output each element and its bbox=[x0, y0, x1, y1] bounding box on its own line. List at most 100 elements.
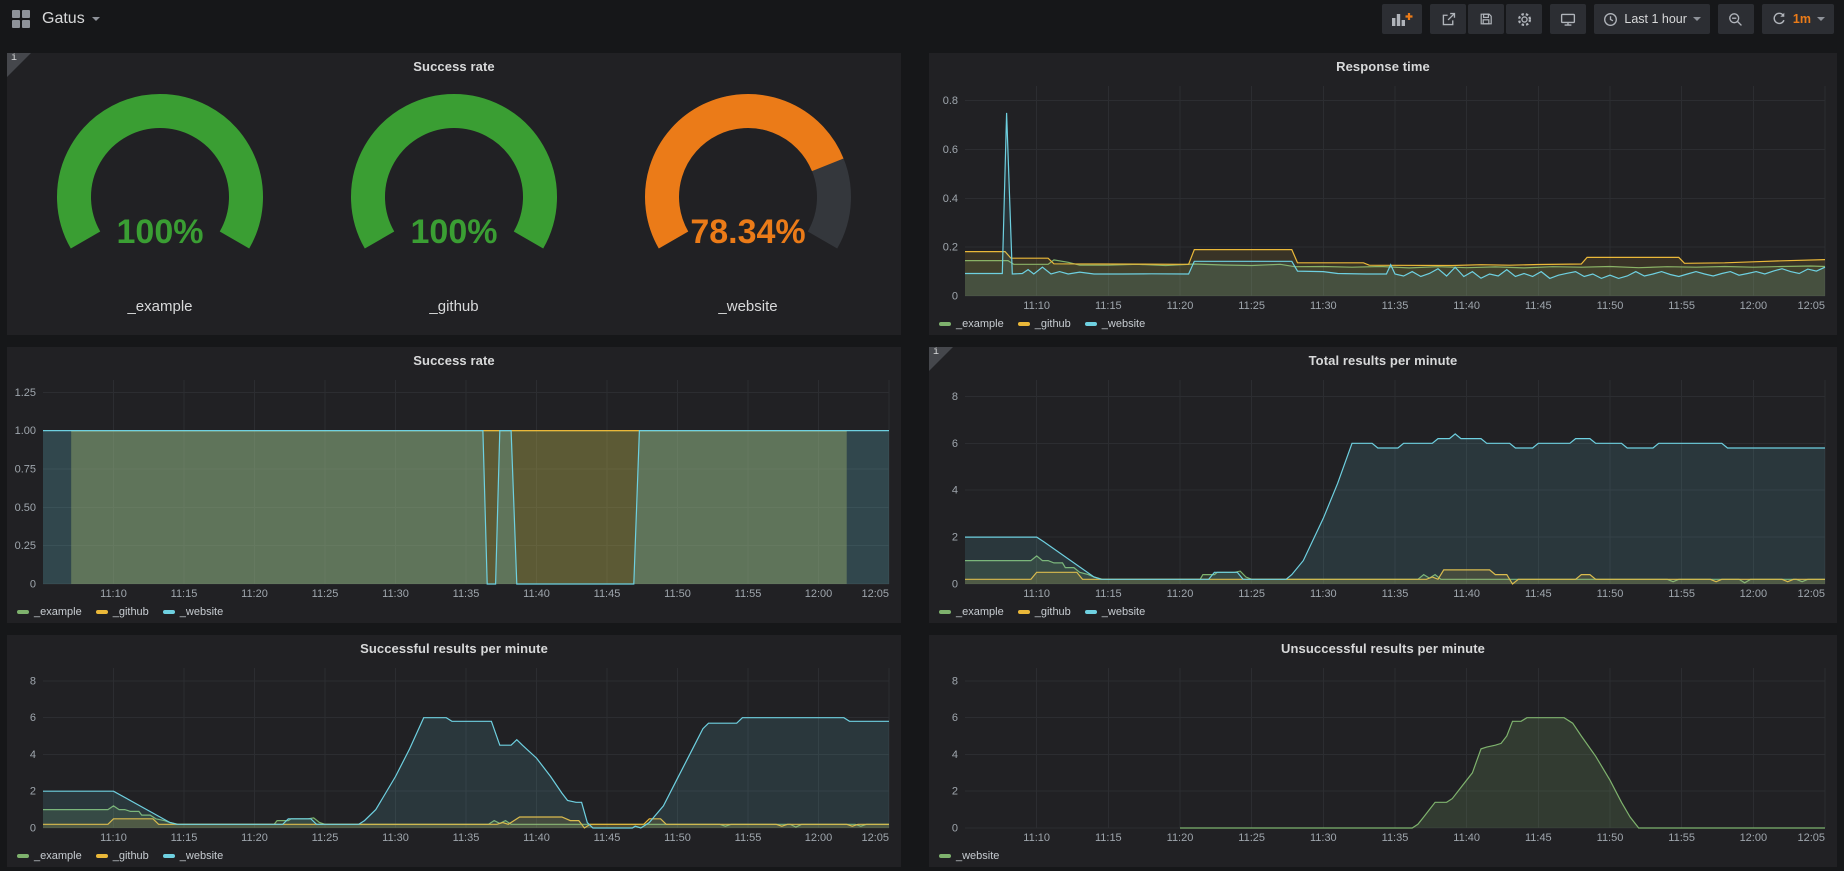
save-button[interactable] bbox=[1468, 4, 1504, 34]
svg-text:0.75: 0.75 bbox=[15, 463, 36, 475]
gauge-label: _example bbox=[127, 298, 192, 315]
add-panel-button[interactable] bbox=[1382, 4, 1422, 34]
panel-success-rate-gauges: i Success rate 100% _example 100% _githu… bbox=[7, 53, 901, 335]
successful-results-chart[interactable]: 0246811:1011:1511:2011:2511:3011:3511:40… bbox=[7, 661, 901, 845]
svg-text:0.25: 0.25 bbox=[15, 540, 36, 552]
refresh-button[interactable]: 1m bbox=[1762, 4, 1834, 34]
chart-legend: _website bbox=[929, 845, 1837, 867]
svg-text:6: 6 bbox=[952, 712, 958, 724]
success-rate-chart[interactable]: 00.250.500.751.001.2511:1011:1511:2011:2… bbox=[7, 373, 901, 601]
svg-text:12:00: 12:00 bbox=[805, 832, 833, 844]
panel-title[interactable]: Response time bbox=[929, 53, 1837, 79]
legend-item[interactable]: _website bbox=[1085, 606, 1145, 618]
svg-text:11:15: 11:15 bbox=[171, 588, 198, 600]
dashboards-grid-icon[interactable] bbox=[12, 10, 30, 28]
share-icon bbox=[1440, 11, 1457, 28]
legend-label: _website bbox=[180, 606, 223, 618]
panel-info-icon[interactable]: i bbox=[7, 53, 31, 77]
legend-swatch bbox=[939, 610, 951, 614]
svg-text:11:40: 11:40 bbox=[1453, 300, 1480, 312]
gauge-website: 78.34% _website bbox=[601, 91, 895, 315]
svg-text:1.00: 1.00 bbox=[15, 425, 36, 437]
panel-successful-results: Successful results per minute 0246811:10… bbox=[7, 635, 901, 867]
legend-label: _example bbox=[34, 850, 82, 862]
legend-label: _example bbox=[956, 606, 1004, 618]
svg-text:11:15: 11:15 bbox=[1095, 832, 1122, 844]
svg-text:2: 2 bbox=[952, 532, 958, 544]
settings-button[interactable] bbox=[1506, 4, 1542, 34]
navbar: Gatus bbox=[0, 0, 1844, 38]
legend-item[interactable]: _website bbox=[163, 606, 223, 618]
legend-item[interactable]: _example bbox=[17, 606, 82, 618]
panel-title[interactable]: Total results per minute bbox=[929, 347, 1837, 373]
dashboard-title: Gatus bbox=[42, 10, 85, 28]
legend-item[interactable]: _website bbox=[163, 850, 223, 862]
legend-swatch bbox=[939, 854, 951, 858]
panel-title[interactable]: Successful results per minute bbox=[7, 635, 901, 661]
legend-item[interactable]: _example bbox=[939, 318, 1004, 330]
svg-text:12:00: 12:00 bbox=[1740, 832, 1768, 844]
refresh-icon bbox=[1771, 11, 1787, 27]
svg-text:11:45: 11:45 bbox=[1525, 832, 1552, 844]
svg-text:11:25: 11:25 bbox=[1238, 588, 1265, 600]
time-range-button[interactable]: Last 1 hour bbox=[1594, 4, 1710, 34]
svg-text:11:50: 11:50 bbox=[664, 832, 691, 844]
legend-item[interactable]: _example bbox=[17, 850, 82, 862]
legend-label: _github bbox=[113, 606, 149, 618]
panel-title[interactable]: Success rate bbox=[7, 53, 901, 79]
unsuccessful-results-chart[interactable]: 0246811:1011:1511:2011:2511:3011:3511:40… bbox=[929, 661, 1837, 845]
svg-text:11:35: 11:35 bbox=[1382, 832, 1409, 844]
gauge-arc: 100% bbox=[17, 91, 303, 294]
svg-text:11:55: 11:55 bbox=[735, 832, 762, 844]
legend-item[interactable]: _github bbox=[96, 606, 149, 618]
svg-text:12:00: 12:00 bbox=[1740, 300, 1768, 312]
gauge-arc: 100% bbox=[311, 91, 597, 294]
chevron-down-icon bbox=[92, 17, 100, 21]
response-time-chart[interactable]: 00.20.40.60.811:1011:1511:2011:2511:3011… bbox=[929, 79, 1837, 313]
legend-swatch bbox=[939, 322, 951, 326]
save-icon bbox=[1478, 11, 1494, 27]
svg-text:11:35: 11:35 bbox=[1382, 588, 1409, 600]
gauges-row: 100% _example 100% _github 78.34% _websi… bbox=[7, 79, 901, 335]
time-range-label: Last 1 hour bbox=[1624, 12, 1687, 26]
legend-label: _website bbox=[1102, 606, 1145, 618]
panel-title[interactable]: Unsuccessful results per minute bbox=[929, 635, 1837, 661]
legend-label: _website bbox=[180, 850, 223, 862]
svg-text:11:20: 11:20 bbox=[1167, 588, 1194, 600]
svg-text:11:45: 11:45 bbox=[1525, 588, 1552, 600]
legend-item[interactable]: _example bbox=[939, 606, 1004, 618]
zoom-out-button[interactable] bbox=[1718, 4, 1754, 34]
total-results-chart[interactable]: 0246811:1011:1511:2011:2511:3011:3511:40… bbox=[929, 373, 1837, 601]
svg-text:11:55: 11:55 bbox=[1668, 832, 1695, 844]
legend-swatch bbox=[1085, 610, 1097, 614]
svg-text:11:40: 11:40 bbox=[523, 588, 550, 600]
legend-item[interactable]: _website bbox=[939, 850, 999, 862]
svg-text:11:45: 11:45 bbox=[1525, 300, 1552, 312]
svg-text:0: 0 bbox=[952, 823, 958, 835]
legend-swatch bbox=[1085, 322, 1097, 326]
svg-text:1.25: 1.25 bbox=[15, 387, 36, 399]
legend-item[interactable]: _github bbox=[1018, 318, 1071, 330]
svg-text:12:00: 12:00 bbox=[805, 588, 833, 600]
panel-response-time: Response time 00.20.40.60.811:1011:1511:… bbox=[929, 53, 1837, 335]
legend-item[interactable]: _github bbox=[96, 850, 149, 862]
gauge-github: 100% _github bbox=[307, 91, 601, 315]
tv-mode-button[interactable] bbox=[1550, 4, 1586, 34]
svg-text:11:25: 11:25 bbox=[1238, 300, 1265, 312]
legend-item[interactable]: _website bbox=[1085, 318, 1145, 330]
svg-text:0.4: 0.4 bbox=[943, 193, 958, 205]
legend-swatch bbox=[163, 610, 175, 614]
dashboard-title-dropdown[interactable]: Gatus bbox=[42, 10, 100, 28]
svg-text:11:30: 11:30 bbox=[382, 832, 409, 844]
panel-title[interactable]: Success rate bbox=[7, 347, 901, 373]
panel-info-icon[interactable]: i bbox=[929, 347, 953, 371]
chart-legend: _example _github _website bbox=[929, 313, 1837, 335]
legend-swatch bbox=[163, 854, 175, 858]
panel-total-results: i Total results per minute 0246811:1011:… bbox=[929, 347, 1837, 623]
share-button[interactable] bbox=[1430, 4, 1466, 34]
legend-item[interactable]: _github bbox=[1018, 606, 1071, 618]
gauge-example: 100% _example bbox=[13, 91, 307, 315]
monitor-icon bbox=[1559, 11, 1577, 28]
svg-text:11:30: 11:30 bbox=[1310, 300, 1337, 312]
svg-text:12:00: 12:00 bbox=[1740, 588, 1768, 600]
